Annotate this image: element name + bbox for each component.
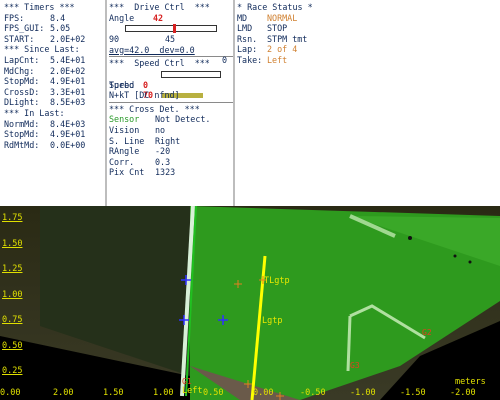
normmd-label: NormMd:: [4, 118, 40, 129]
y-tick-label: 0.50: [2, 341, 23, 351]
stopmd-value: 4.9E+01: [50, 76, 86, 87]
fps-label: FPS:: [4, 12, 25, 23]
y-tick-label: 1.25: [2, 264, 23, 274]
camera-feed: [0, 206, 500, 400]
md-label: MD: [237, 12, 248, 23]
stopmd-label: StopMd:: [4, 76, 40, 87]
angle-label: Angle: [109, 12, 135, 23]
left-label: Left: [182, 386, 203, 396]
slider-center-label: 45: [165, 34, 176, 45]
mdchg-value: 2.0E+02: [50, 65, 86, 76]
take-label: Take:: [237, 54, 263, 65]
stopmd2-label: StopMd:: [4, 129, 40, 140]
crossd-value: 3.3E+01: [50, 86, 86, 97]
x-tick-label: -0.50: [300, 388, 326, 398]
dlight-value: 8.5E+03: [50, 97, 86, 108]
lapcnt-value: 5.4E+01: [50, 54, 86, 65]
fpsgui-value: 5.05: [50, 23, 71, 34]
tlgtp-label: TLgtp: [264, 276, 290, 286]
timers-header: *** Timers ***: [4, 2, 75, 12]
camera-view: 1.75 1.50 1.25 1.00 0.75 0.50 0.25 TLgtp…: [0, 206, 500, 400]
x-tick-label: 2.00: [53, 388, 74, 398]
rangle-value: -20: [155, 146, 171, 157]
fpsgui-label: FPS_GUI:: [4, 23, 45, 34]
units-label: meters: [455, 377, 486, 387]
since-last-header: *** Since Last:: [4, 44, 80, 55]
sensor-label: Sensor: [109, 114, 140, 125]
vision-label: Vision: [109, 124, 140, 135]
md-value: NORMAL: [267, 12, 298, 23]
avg-dev-text: avg=42.0 dev=0.0: [109, 44, 195, 55]
g3-label: G3: [350, 361, 360, 370]
g1-label: G1: [182, 377, 192, 386]
crossd-label: CrossD:: [4, 86, 40, 97]
x-tick-label: -1.50: [400, 388, 426, 398]
rsn-value: STPM tmt: [267, 33, 308, 44]
drive-header: *** Drive Ctrl ***: [109, 2, 210, 12]
vision-value: no: [155, 124, 166, 135]
normmd-value: 8.4E+03: [50, 118, 86, 129]
start-label: START:: [4, 33, 35, 44]
x-tick-label: 0.50: [203, 388, 224, 398]
x-tick-label: -2.00: [450, 388, 476, 398]
cross-header: *** Cross Det. ***: [109, 103, 200, 114]
speed-header: *** Speed Ctrl ***: [109, 58, 210, 69]
y-tick-label: 1.00: [2, 290, 23, 300]
y-tick-label: 0.75: [2, 315, 23, 325]
lapcnt-label: LapCnt:: [4, 54, 40, 65]
timers-panel: *** Timers *** FPS: 8.4 FPS_GUI: 5.05 STAR…: [0, 0, 105, 206]
lmd-value: STOP: [267, 23, 288, 34]
rangle-label: RAngle: [109, 146, 140, 157]
lmd-label: LMD: [237, 23, 253, 34]
lap-label: Lap:: [237, 44, 258, 55]
g2-label: G2: [422, 328, 432, 337]
y-tick-label: 1.75: [2, 213, 23, 223]
angle-slider-knob[interactable]: [172, 24, 176, 34]
dlight-label: DLight:: [4, 97, 40, 108]
take-value: Left: [267, 54, 288, 65]
turbo-label: Turbo: [109, 79, 135, 90]
sline-value: Right: [155, 135, 181, 146]
pixcnt-value: 1323: [155, 167, 176, 178]
angle-value: 42: [153, 12, 164, 23]
fps-value: 8.4: [50, 12, 66, 23]
x-tick-label: 0.00: [253, 388, 274, 398]
y-tick-label: 0.25: [2, 366, 23, 376]
pixcnt-label: Pix Cnt: [109, 167, 145, 178]
speed-bar: [161, 70, 221, 99]
corr-value: 0.3: [155, 156, 171, 167]
drive-panel: *** Drive Ctrl *** Angle 42 90 0 45 avg=4…: [107, 0, 233, 206]
corr-label: Corr.: [109, 156, 135, 167]
lap-value: 2 of 4: [267, 44, 298, 55]
x-tick-label: 1.50: [103, 388, 124, 398]
sensor-value: Not Detect.: [155, 114, 211, 125]
stopmd2-value: 4.9E+01: [50, 129, 86, 140]
x-tick-label: 1.00: [153, 388, 174, 398]
in-last-header: *** In Last:: [4, 107, 65, 118]
race-panel: * Race Status * MD NORMAL LMD STOP Rsn. STP…: [235, 0, 500, 206]
start-value: 2.0E+02: [50, 33, 86, 44]
angle-slider[interactable]: [125, 24, 217, 34]
nkt-text: N+kT [DC nfnd]: [109, 90, 180, 101]
rsn-label: Rsn.: [237, 33, 258, 44]
lgtp-label: Lgtp: [262, 316, 283, 326]
x-tick-label: -1.00: [350, 388, 376, 398]
rdmtmd-value: 0.0E+00: [50, 139, 86, 150]
turbo-value: 0: [143, 79, 149, 90]
mdchg-label: MdChg:: [4, 65, 35, 76]
x-origin-label: 0.00: [0, 388, 21, 398]
y-tick-label: 1.50: [2, 239, 23, 249]
sline-label: S. Line: [109, 135, 145, 146]
race-header: * Race Status *: [237, 2, 313, 12]
rdmtmd-label: RdMtMd:: [4, 139, 40, 150]
